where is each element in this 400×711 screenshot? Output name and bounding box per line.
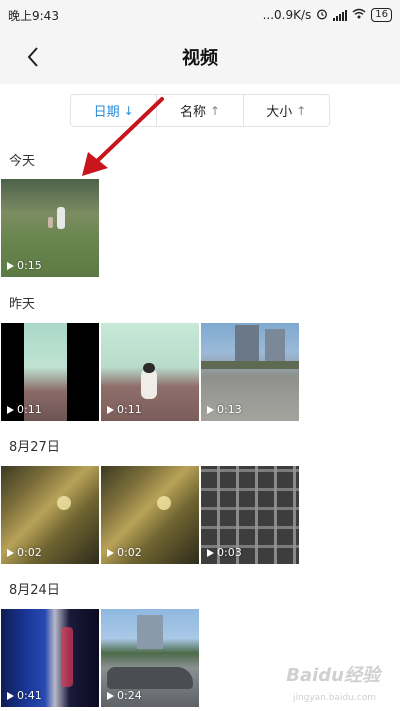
sort-by-size-tab[interactable]: 大小 ↑ (244, 95, 329, 126)
watermark-url: jingyan.baidu.com (292, 693, 376, 703)
video-thumbnail[interactable]: 0:02 (101, 466, 199, 564)
sort-by-date-tab[interactable]: 日期 ↓ (71, 95, 158, 126)
figure-shape (141, 369, 157, 399)
figure-shape (143, 363, 155, 373)
video-thumbnail[interactable]: 0:02 (1, 466, 99, 564)
car-shape (107, 667, 193, 689)
section-header-today: 今天 (9, 154, 36, 169)
sort-by-name-tab[interactable]: 名称 ↑ (157, 95, 244, 126)
video-thumbnail[interactable]: 0:11 (1, 323, 99, 421)
play-icon (207, 405, 214, 414)
play-icon (207, 548, 214, 557)
section-header-aug-27: 8月27日 (9, 440, 60, 455)
video-thumbnail[interactable]: 0:15 (1, 179, 99, 277)
video-duration: 0:13 (207, 403, 242, 416)
back-arrow-icon (27, 47, 38, 67)
play-icon (107, 405, 114, 414)
battery-icon: 16 (371, 8, 392, 22)
play-icon (7, 261, 14, 270)
section-header-yesterday: 昨天 (9, 297, 36, 312)
sort-tab-label: 日期 (93, 105, 120, 120)
video-thumbnail[interactable]: 0:41 (1, 609, 99, 707)
light-spot (157, 496, 171, 510)
video-thumbnail[interactable]: 0:11 (101, 323, 199, 421)
status-bar: 晚上9:43 ...0.9K/s 16 (0, 0, 400, 30)
light-spot (57, 496, 71, 510)
play-icon (7, 691, 14, 700)
play-icon (7, 405, 14, 414)
sort-direction-icon: ↑ (209, 103, 221, 118)
signal-icon (333, 9, 348, 21)
top-app-bar: 视频 (0, 30, 400, 84)
back-button[interactable] (20, 44, 46, 70)
building-shape (265, 329, 285, 361)
alarm-icon (316, 8, 328, 23)
figure-shape (48, 217, 53, 228)
status-icons: ...0.9K/s 16 (263, 8, 392, 23)
sort-direction-icon: ↓ (123, 103, 134, 118)
sort-bar: 日期 ↓ 名称 ↑ 大小 ↑ (70, 94, 330, 127)
sort-tab-label: 名称 (179, 105, 206, 120)
video-duration: 0:11 (7, 403, 42, 416)
play-icon (107, 548, 114, 557)
wifi-icon (352, 8, 366, 22)
video-duration: 0:15 (7, 259, 42, 272)
network-speed: ...0.9K/s (262, 8, 312, 22)
video-duration: 0:03 (207, 546, 242, 559)
play-icon (107, 691, 114, 700)
sort-direction-icon: ↑ (296, 103, 307, 118)
watermark-logo: Baidu经验 (286, 665, 380, 686)
video-duration: 0:24 (107, 689, 142, 702)
video-duration: 0:41 (7, 689, 42, 702)
video-duration: 0:02 (7, 546, 42, 559)
status-time: 晚上9:43 (8, 8, 59, 23)
sort-tab-label: 大小 (266, 105, 293, 120)
tree-line (201, 361, 299, 369)
video-thumbnail[interactable]: 0:03 (201, 466, 299, 564)
video-duration: 0:02 (107, 546, 142, 559)
figure-shape (57, 207, 65, 229)
building-shape (235, 325, 259, 361)
video-duration: 0:11 (107, 403, 142, 416)
building-shape (137, 615, 163, 649)
play-icon (7, 548, 14, 557)
section-header-aug-24: 8月24日 (9, 583, 60, 598)
video-thumbnail[interactable]: 0:24 (101, 609, 199, 707)
video-thumbnail[interactable]: 0:13 (201, 323, 299, 421)
neon-light (61, 627, 73, 687)
page-title: 视频 (182, 48, 218, 69)
